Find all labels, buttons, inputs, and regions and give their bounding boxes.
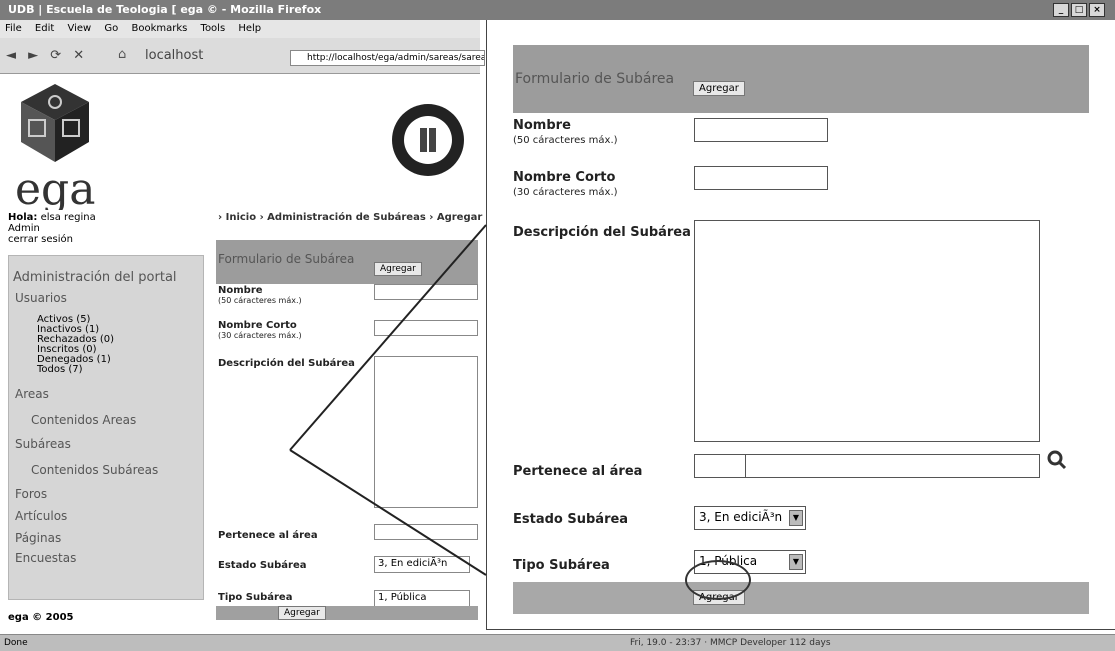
zoom-form-header: Formulario de Subárea Agregar xyxy=(513,45,1089,113)
ega-logo: ega xyxy=(15,80,115,215)
sidebar-item-foros[interactable]: Foros xyxy=(15,487,203,501)
admin-sidebar: Administración del portal Usuarios Activ… xyxy=(8,255,204,600)
url-text: http://localhost/ega/admin/sareas/sarea xyxy=(307,53,485,63)
short-name-field[interactable] xyxy=(374,320,478,336)
menu-help[interactable]: Help xyxy=(238,23,261,34)
navigation-toolbar: ◄ ► ⟳ ✕ ⌂ localhost http://localhost/ega… xyxy=(0,38,485,74)
window-title-bar: UDB | Escuela de Teologia [ ega © - Mozi… xyxy=(0,0,1115,20)
highlight-circle xyxy=(685,560,751,600)
menu-tools[interactable]: Tools xyxy=(201,23,226,34)
subarea-form-small: Formulario de Subárea Agregar Nombre (50 … xyxy=(216,240,486,620)
menu-file[interactable]: File xyxy=(5,23,22,34)
menu-edit[interactable]: Edit xyxy=(35,23,54,34)
zoom-status-value: 3, En ediciÃ³n xyxy=(699,510,783,524)
user-role: Admin xyxy=(8,223,40,234)
form-header: Formulario de Subárea Agregar xyxy=(216,240,478,284)
area-field[interactable] xyxy=(374,524,478,540)
area-label: Pertenece al área xyxy=(218,530,318,541)
sidebar-item-usuarios[interactable]: Usuarios xyxy=(15,291,203,305)
zoom-add-button[interactable]: Agregar xyxy=(693,81,745,96)
window-controls: _ □ × xyxy=(1051,2,1105,17)
status-select[interactable]: 3, En ediciÃ³n xyxy=(374,556,470,573)
zoom-description-label: Descripción del Subárea xyxy=(513,225,691,240)
user-info: Hola: elsa regina Admin cerrar sesión xyxy=(8,212,96,245)
chevron-down-icon: ▼ xyxy=(789,510,803,526)
page-footer: ega © 2005 xyxy=(8,612,74,623)
submit-button-small[interactable]: Agregar xyxy=(278,606,326,620)
zoom-name-label: Nombre (50 cáracteres máx.) xyxy=(513,118,618,146)
chevron-down-icon: ▼ xyxy=(789,554,803,570)
sidebar-item-contenidos-areas[interactable]: Contenidos Areas xyxy=(31,413,203,427)
sidebar-item-areas[interactable]: Areas xyxy=(15,387,203,401)
close-button[interactable]: × xyxy=(1089,3,1105,17)
status-label: Estado Subárea xyxy=(218,560,307,571)
minimize-button[interactable]: _ xyxy=(1053,3,1069,17)
url-bar[interactable]: http://localhost/ega/admin/sareas/sarea xyxy=(290,50,485,66)
type-label: Tipo Subárea xyxy=(218,592,293,603)
zoom-type-label: Tipo Subárea xyxy=(513,558,610,573)
short-name-hint: (30 cáracteres máx.) xyxy=(218,331,302,340)
add-button-top[interactable]: Agregar xyxy=(374,262,422,276)
name-label: Nombre (50 cáracteres máx.) xyxy=(218,285,302,305)
zoomed-form-panel: Formulario de Subárea Agregar Nombre (50 … xyxy=(486,20,1115,630)
university-seal-icon xyxy=(388,100,468,180)
sidebar-item-contenidos-subareas[interactable]: Contenidos Subáreas xyxy=(31,463,203,477)
zoom-area-label: Pertenece al área xyxy=(513,464,643,479)
sidebar-item-encuestas[interactable]: Encuestas xyxy=(15,551,203,565)
sidebar-count-todos[interactable]: Todos (7) xyxy=(37,365,203,375)
user-name: elsa regina xyxy=(40,212,96,223)
home-icon[interactable]: ⌂ xyxy=(118,47,126,62)
sidebar-title: Administración del portal xyxy=(13,270,177,285)
sidebar-item-subareas[interactable]: Subáreas xyxy=(15,437,203,451)
zoom-description-textarea[interactable] xyxy=(694,220,1040,442)
form-footer-bar: Agregar xyxy=(216,606,478,620)
description-label: Descripción del Subárea xyxy=(218,358,355,369)
breadcrumb: › Inicio › Administración de Subáreas › … xyxy=(218,212,483,223)
sidebar-item-articulos[interactable]: Artículos xyxy=(15,509,203,523)
menu-go[interactable]: Go xyxy=(104,23,118,34)
zoom-status-label: Estado Subárea xyxy=(513,512,629,527)
zoom-name-hint: (50 cáracteres máx.) xyxy=(513,135,618,146)
menu-view[interactable]: View xyxy=(67,23,91,34)
zoom-short-name-field[interactable] xyxy=(694,166,828,190)
maximize-button[interactable]: □ xyxy=(1071,3,1087,17)
search-icon[interactable] xyxy=(1047,450,1067,470)
short-name-label: Nombre Corto (30 cáracteres máx.) xyxy=(218,320,302,340)
form-title: Formulario de Subárea xyxy=(218,252,355,266)
zoom-form-title: Formulario de Subárea xyxy=(515,71,675,87)
zoom-short-name-label: Nombre Corto (30 cáracteres máx.) xyxy=(513,170,618,198)
status-right-text: Fri, 19.0 - 23:37 · MMCP Developer 112 d… xyxy=(630,638,831,648)
greeting-label: Hola: xyxy=(8,212,38,223)
sidebar-item-paginas[interactable]: Páginas xyxy=(15,531,203,545)
zoom-form-footer-bar: Agregar xyxy=(513,582,1089,614)
name-field[interactable] xyxy=(374,284,478,300)
host-label: localhost xyxy=(145,48,204,63)
menu-bookmarks[interactable]: Bookmarks xyxy=(131,23,187,34)
logout-link[interactable]: cerrar sesión xyxy=(8,234,96,245)
nav-buttons-icon[interactable]: ◄ ► ⟳ ✕ xyxy=(6,48,88,63)
type-select[interactable]: 1, Pública xyxy=(374,590,470,607)
zoom-area-field[interactable] xyxy=(694,454,1040,478)
browser-status-bar: Done Fri, 19.0 - 23:37 · MMCP Developer … xyxy=(0,634,1115,651)
description-textarea[interactable] xyxy=(374,356,478,508)
zoom-status-select[interactable]: 3, En ediciÃ³n ▼ xyxy=(694,506,806,530)
logo-text: ega xyxy=(15,164,95,210)
name-hint: (50 cáracteres máx.) xyxy=(218,296,302,305)
zoom-short-name-hint: (30 cáracteres máx.) xyxy=(513,187,618,198)
status-text: Done xyxy=(4,638,28,648)
zoom-name-field[interactable] xyxy=(694,118,828,142)
window-title: UDB | Escuela de Teologia [ ega © - Mozi… xyxy=(8,3,322,16)
menu-bar: File Edit View Go Bookmarks Tools Help xyxy=(0,20,480,38)
cube-logo-icon: ega xyxy=(15,84,95,215)
